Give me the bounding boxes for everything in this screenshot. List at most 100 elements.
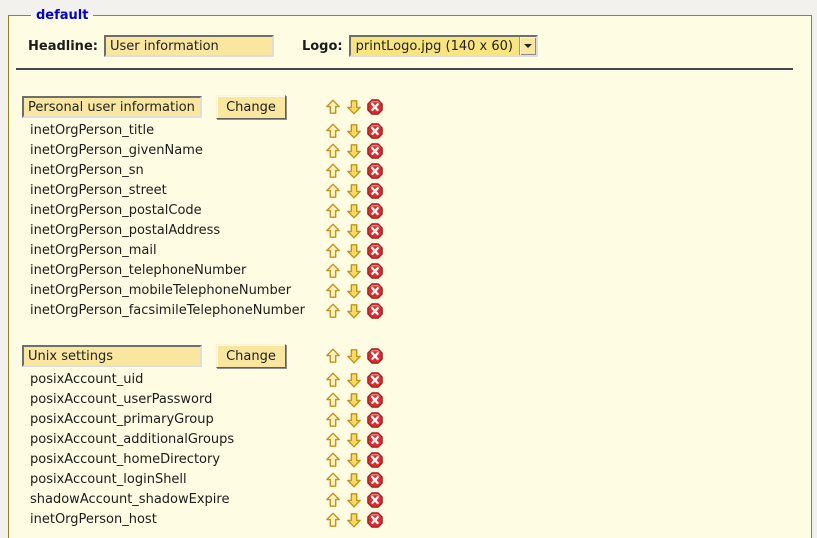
field-label: inetOrgPerson_givenName (22, 143, 203, 158)
up-arrow-icon[interactable] (325, 243, 341, 259)
field-row: posixAccount_primaryGroup (22, 410, 811, 430)
delete-icon[interactable] (367, 472, 383, 488)
field-row: posixAccount_homeDirectory (22, 450, 811, 470)
section-title-input[interactable] (22, 345, 202, 367)
change-button[interactable]: Change (216, 95, 286, 119)
logo-select-value: printLogo.jpg (140 x 60) (351, 39, 519, 54)
section: Change inetOrgPerson_title inetOrgPerson… (22, 94, 811, 321)
row-icons (325, 123, 383, 139)
up-arrow-icon[interactable] (325, 123, 341, 139)
down-arrow-icon[interactable] (346, 243, 362, 259)
delete-icon[interactable] (367, 263, 383, 279)
row-icons (325, 512, 383, 528)
up-arrow-icon[interactable] (325, 512, 341, 528)
field-row: posixAccount_additionalGroups (22, 430, 811, 450)
delete-icon[interactable] (367, 243, 383, 259)
delete-icon[interactable] (367, 412, 383, 428)
down-arrow-icon[interactable] (346, 123, 362, 139)
down-arrow-icon[interactable] (346, 163, 362, 179)
section-title-input[interactable] (22, 96, 202, 118)
field-label: inetOrgPerson_mobileTelephoneNumber (22, 283, 291, 298)
down-arrow-icon[interactable] (346, 412, 362, 428)
up-arrow-icon[interactable] (325, 432, 341, 448)
row-icons (325, 392, 383, 408)
up-arrow-icon[interactable] (325, 99, 341, 115)
up-arrow-icon[interactable] (325, 163, 341, 179)
field-row: inetOrgPerson_mail (22, 241, 811, 261)
up-arrow-icon[interactable] (325, 452, 341, 468)
up-arrow-icon[interactable] (325, 412, 341, 428)
header-separator (16, 68, 793, 70)
up-arrow-icon[interactable] (325, 392, 341, 408)
up-arrow-icon[interactable] (325, 263, 341, 279)
logo-label: Logo: (302, 39, 343, 54)
delete-icon[interactable] (367, 432, 383, 448)
down-arrow-icon[interactable] (346, 203, 362, 219)
delete-icon[interactable] (367, 223, 383, 239)
up-arrow-icon[interactable] (325, 223, 341, 239)
down-arrow-icon[interactable] (346, 432, 362, 448)
panel-legend: default (31, 8, 93, 23)
delete-icon[interactable] (367, 492, 383, 508)
delete-icon[interactable] (367, 372, 383, 388)
up-arrow-icon[interactable] (325, 472, 341, 488)
down-arrow-icon[interactable] (346, 492, 362, 508)
down-arrow-icon[interactable] (346, 348, 362, 364)
up-arrow-icon[interactable] (325, 283, 341, 299)
field-label: posixAccount_uid (22, 372, 143, 387)
down-arrow-icon[interactable] (346, 263, 362, 279)
field-row: inetOrgPerson_street (22, 181, 811, 201)
field-row: inetOrgPerson_sn (22, 161, 811, 181)
default-structure-panel: default Headline: Logo: printLogo.jpg (1… (8, 8, 812, 538)
headline-input[interactable] (104, 35, 274, 57)
delete-icon[interactable] (367, 303, 383, 319)
up-arrow-icon[interactable] (325, 143, 341, 159)
down-arrow-icon[interactable] (346, 303, 362, 319)
field-label: inetOrgPerson_postalCode (22, 203, 202, 218)
down-arrow-icon[interactable] (346, 472, 362, 488)
down-arrow-icon[interactable] (346, 452, 362, 468)
delete-icon[interactable] (367, 512, 383, 528)
section-rows: posixAccount_uid posixAccount_userPasswo… (22, 370, 811, 530)
field-row: inetOrgPerson_title (22, 121, 811, 141)
up-arrow-icon[interactable] (325, 203, 341, 219)
section-icons (325, 99, 383, 115)
dropdown-arrow-icon[interactable] (519, 37, 536, 55)
delete-icon[interactable] (367, 99, 383, 115)
field-label: inetOrgPerson_facsimileTelephoneNumber (22, 303, 305, 318)
down-arrow-icon[interactable] (346, 392, 362, 408)
section-icons (325, 348, 383, 364)
field-label: inetOrgPerson_street (22, 183, 167, 198)
down-arrow-icon[interactable] (346, 372, 362, 388)
field-row: inetOrgPerson_mobileTelephoneNumber (22, 281, 811, 301)
down-arrow-icon[interactable] (346, 143, 362, 159)
logo-select[interactable]: printLogo.jpg (140 x 60) (349, 35, 538, 57)
field-row: inetOrgPerson_telephoneNumber (22, 261, 811, 281)
change-button[interactable]: Change (216, 344, 286, 368)
down-arrow-icon[interactable] (346, 512, 362, 528)
field-row: inetOrgPerson_postalAddress (22, 221, 811, 241)
field-row: inetOrgPerson_host (22, 510, 811, 530)
down-arrow-icon[interactable] (346, 223, 362, 239)
section-header-row: Change (22, 94, 811, 120)
delete-icon[interactable] (367, 452, 383, 468)
delete-icon[interactable] (367, 392, 383, 408)
up-arrow-icon[interactable] (325, 183, 341, 199)
delete-icon[interactable] (367, 143, 383, 159)
delete-icon[interactable] (367, 123, 383, 139)
up-arrow-icon[interactable] (325, 303, 341, 319)
up-arrow-icon[interactable] (325, 492, 341, 508)
delete-icon[interactable] (367, 283, 383, 299)
down-arrow-icon[interactable] (346, 183, 362, 199)
down-arrow-icon[interactable] (346, 283, 362, 299)
row-icons (325, 183, 383, 199)
delete-icon[interactable] (367, 163, 383, 179)
delete-icon[interactable] (367, 348, 383, 364)
field-row: shadowAccount_shadowExpire (22, 490, 811, 510)
delete-icon[interactable] (367, 203, 383, 219)
row-icons (325, 372, 383, 388)
down-arrow-icon[interactable] (346, 99, 362, 115)
up-arrow-icon[interactable] (325, 348, 341, 364)
delete-icon[interactable] (367, 183, 383, 199)
up-arrow-icon[interactable] (325, 372, 341, 388)
